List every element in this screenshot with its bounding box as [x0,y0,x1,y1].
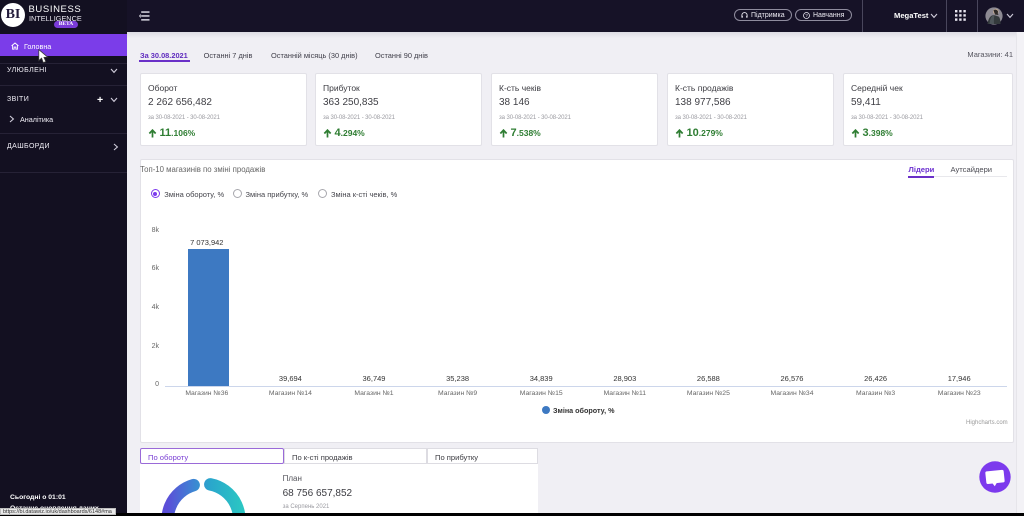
svg-text:?: ? [805,13,808,19]
